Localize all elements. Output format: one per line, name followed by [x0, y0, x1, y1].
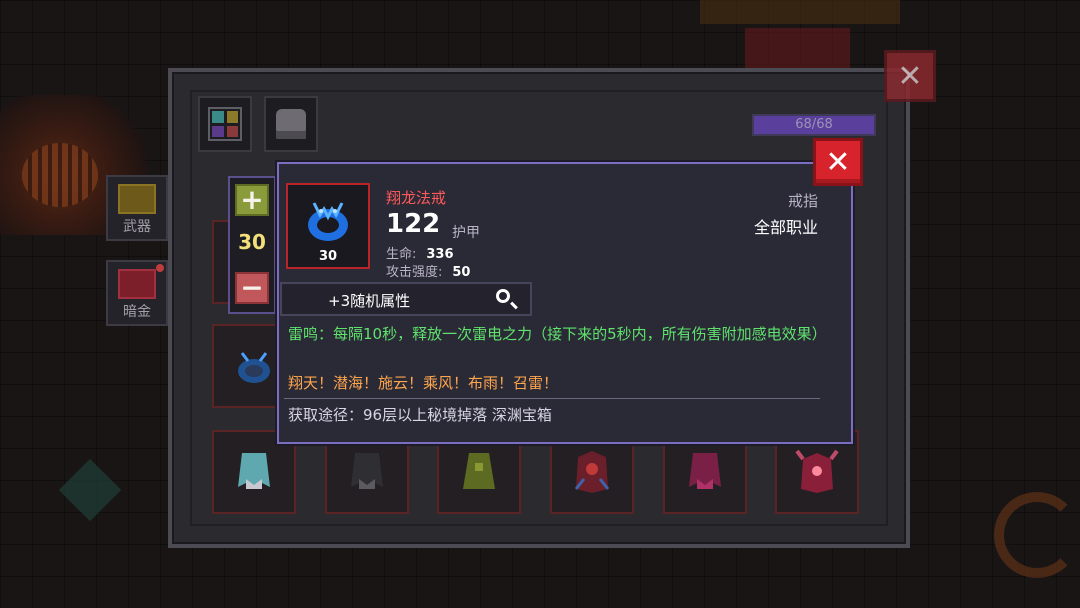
inventory-capacity-bar: 68/68: [752, 114, 876, 136]
level-stepper: + 30 −: [228, 176, 276, 314]
stat-attack: 攻击强度: 50: [386, 261, 470, 280]
tooltip-divider: [284, 398, 820, 399]
stat-hp-value: 336: [426, 247, 454, 262]
side-tab-dark-gold-label: 暗金: [123, 304, 151, 320]
stat-attack-label: 攻击强度:: [386, 265, 443, 280]
tab-armor[interactable]: [264, 96, 318, 152]
dragon-ring-icon: [238, 352, 270, 383]
olive-cloak-icon: [463, 453, 495, 489]
stat-hp-label: 生命:: [386, 247, 417, 262]
item-class: 全部职业: [753, 218, 818, 237]
armor-value: 122: [386, 209, 441, 239]
decrease-level-button[interactable]: −: [235, 272, 269, 304]
item-icon-frame: 30: [286, 183, 370, 269]
close-icon: ✕: [825, 144, 851, 180]
skill-button-partial[interactable]: [994, 492, 1080, 578]
magnifier-icon[interactable]: [496, 289, 510, 303]
level-value: 30: [238, 230, 266, 254]
random-attributes-text: +3随机属性: [328, 292, 411, 310]
stat-hp: 生命: 336: [386, 243, 454, 262]
side-tab-weapon[interactable]: 武器: [106, 175, 168, 241]
panel-close-button[interactable]: ✕: [884, 50, 936, 102]
item-source-text: 获取途径：96层以上秘境掉落 深渊宝箱: [288, 406, 552, 424]
side-tab-dark-gold[interactable]: 暗金: [106, 260, 168, 326]
side-tab-weapon-label: 武器: [123, 219, 151, 235]
close-icon: ✕: [897, 58, 923, 94]
stat-attack-value: 50: [452, 265, 471, 280]
notification-dot: [156, 264, 164, 272]
tooltip-close-button[interactable]: ✕: [813, 138, 863, 186]
demon-armor-icon: [795, 449, 839, 493]
cyan-robe-icon: [238, 453, 270, 489]
dark-gold-chest-icon: [118, 269, 156, 299]
grid-icon: [208, 107, 242, 141]
item-effect-text: 雷鸣：每隔10秒，释放一次雷电之力（接下来的5秒内，所有伤害附加感电效果）: [288, 325, 827, 343]
tab-all-items[interactable]: [198, 96, 252, 152]
item-level: 30: [318, 249, 338, 264]
armor-icon: [276, 109, 306, 139]
random-attributes-row[interactable]: +3随机属性: [280, 282, 532, 316]
magenta-robe-icon: [689, 453, 721, 489]
item-flavor-text: 翔天！潜海！施云！乘风！布雨！召雷！: [288, 374, 559, 392]
dragon-ring-icon: [308, 202, 348, 241]
capacity-text: 68/68: [795, 117, 833, 132]
weapon-chest-icon: [118, 184, 156, 214]
item-type: 戒指: [787, 192, 818, 210]
armor-label: 护甲: [452, 225, 480, 241]
item-name: 翔龙法戒: [386, 189, 447, 207]
crimson-armor-icon: [574, 451, 610, 493]
increase-level-button[interactable]: +: [235, 184, 269, 216]
background-banner: [700, 0, 900, 24]
dark-robe-icon: [351, 453, 383, 489]
